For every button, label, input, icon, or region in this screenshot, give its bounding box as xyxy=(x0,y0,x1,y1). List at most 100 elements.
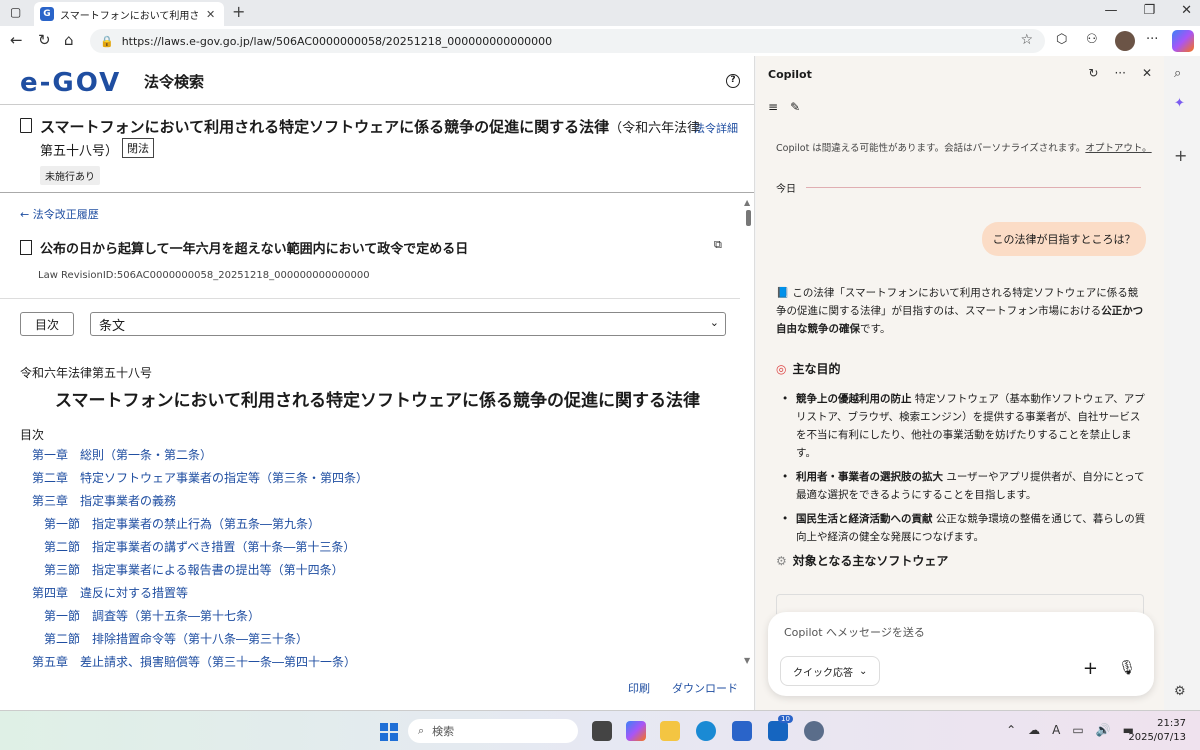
list-item-heading: 国民生活と経済活動への貢献 xyxy=(796,513,933,525)
status-badge: 未施行あり xyxy=(40,166,100,185)
site-info-icon[interactable]: 🔒 xyxy=(100,35,114,48)
section-select[interactable]: 条文 ⌄ xyxy=(90,312,726,336)
copilot-app-icon[interactable] xyxy=(626,721,646,741)
more-options-icon[interactable]: ··· xyxy=(1146,32,1158,47)
tab-title: スマートフォンにおいて利用される特定 xyxy=(60,10,200,22)
toc-item[interactable]: 第五章 差止請求、損害賠償等（第三十一条―第四十一条） xyxy=(20,651,720,674)
message-composer[interactable]: Copilot へメッセージを送る クイック応答 ⌄ + 🎙 xyxy=(768,612,1154,696)
print-link[interactable]: 印刷 xyxy=(628,680,650,696)
list-item-heading: 競争上の優越利用の防止 xyxy=(796,393,912,405)
toc-item[interactable]: 第二章 特定ソフトウェア事業者の指定等（第三条・第四条） xyxy=(20,467,720,490)
toc-item[interactable]: 第二節 排除措置命令等（第十八条―第三十条） xyxy=(20,628,720,651)
settings-icon[interactable]: ⚙ xyxy=(1174,684,1186,699)
copilot-toolbar-icon[interactable] xyxy=(1172,30,1194,52)
search-icon[interactable]: ⌕ xyxy=(1174,66,1181,81)
url-text: https://laws.e-gov.go.jp/law/506AC000000… xyxy=(121,34,553,48)
cloud-icon[interactable]: ☁ xyxy=(1028,723,1040,737)
close-icon[interactable]: ✕ xyxy=(1142,66,1152,80)
download-link[interactable]: ダウンロード xyxy=(672,680,738,696)
scrollbar[interactable]: ▲ ▼ xyxy=(742,198,754,668)
divider xyxy=(0,192,754,193)
closed-law-button[interactable]: 閉法 xyxy=(122,138,154,158)
law-title-text: スマートフォンにおいて利用される特定ソフトウェアに係る競争の促進に関する法律 xyxy=(40,118,610,136)
new-tab-icon[interactable]: + xyxy=(232,2,245,21)
outlook-icon[interactable]: 10 xyxy=(768,715,793,741)
today-label: 今日 xyxy=(776,184,796,195)
toc-item[interactable]: 第三節 指定事業者による報告書の提出等（第十四条） xyxy=(20,559,720,582)
gear-icon: ⚙ xyxy=(776,553,787,568)
toc-item[interactable]: 第四章 違反に対する措置等 xyxy=(20,582,720,605)
law-number-inline: 第五十八号） xyxy=(40,144,119,159)
browser-tab[interactable]: G スマートフォンにおいて利用される特定 ✕ xyxy=(34,2,224,26)
taskbar-search[interactable]: ⌕ 検索 xyxy=(408,719,578,743)
target-icon: ◎ xyxy=(776,361,787,376)
help-icon[interactable]: ? xyxy=(726,74,740,88)
section-heading: ◎ 主な目的 xyxy=(776,360,841,377)
answer-text-end: です。 xyxy=(860,323,891,335)
scroll-up-icon[interactable]: ▲ xyxy=(744,198,750,207)
toc-item[interactable]: 第一節 指定事業者の禁止行為（第五条―第九条） xyxy=(20,513,720,536)
toc-item[interactable]: 第一章 総則（第一条・第二条） xyxy=(20,444,720,467)
tab-actions-icon[interactable]: ▢ xyxy=(10,5,21,19)
revision-id: Law RevisionID:506AC0000000058_20251218_… xyxy=(38,270,370,281)
egov-logo[interactable]: e-GOV xyxy=(20,68,121,98)
external-link-icon[interactable]: ⧉ xyxy=(714,238,722,252)
optout-link[interactable]: オプトアウト。 xyxy=(1085,143,1151,154)
network-icon[interactable]: ▭ xyxy=(1072,723,1083,737)
revision-history-link[interactable]: ← 法令改正履歴 xyxy=(20,206,99,222)
close-tab-icon[interactable]: ✕ xyxy=(206,8,215,21)
address-bar[interactable]: 🔒 https://laws.e-gov.go.jp/law/506AC0000… xyxy=(90,29,1045,53)
volume-icon[interactable]: 🔊 xyxy=(1096,723,1111,737)
home-icon[interactable]: ⌂ xyxy=(64,31,74,49)
quick-reply-button[interactable]: クイック応答 ⌄ xyxy=(780,656,881,686)
more-icon[interactable]: ··· xyxy=(1114,66,1125,80)
ime-icon[interactable]: A xyxy=(1052,723,1060,737)
law-detail-link[interactable]: 法令詳細 xyxy=(694,120,738,136)
file-explorer-icon[interactable] xyxy=(660,721,680,741)
toc-label: 目次 xyxy=(20,428,45,442)
refresh-icon[interactable]: ↻ xyxy=(1088,66,1098,80)
tab-bar: ▢ G スマートフォンにおいて利用される特定 ✕ + — ❐ ✕ xyxy=(0,0,1200,26)
answer-intro: 📘 この法律「スマートフォンにおいて利用される特定ソフトウェアに係る競争の促進に… xyxy=(776,284,1148,338)
copilot-header-icons: ↻ ··· ✕ xyxy=(1088,66,1152,80)
toc-item[interactable]: 第一節 調査等（第十五条―第十七条） xyxy=(20,605,720,628)
scroll-down-icon[interactable]: ▼ xyxy=(744,656,750,665)
law-page: e-GOV 法令検索 ? スマートフォンにおいて利用される特定ソフトウェアに係る… xyxy=(0,56,755,710)
clock[interactable]: 21:37 2025/07/13 xyxy=(1128,717,1186,745)
microphone-icon[interactable]: 🎙 xyxy=(1118,660,1136,676)
copilot-disclaimer: Copilot は間違える可能性があります。会話はパーソナライズされます。オプト… xyxy=(776,140,1156,154)
settings-app-icon[interactable] xyxy=(804,721,824,741)
scroll-thumb[interactable] xyxy=(746,210,751,226)
window-controls: — ❐ ✕ xyxy=(1104,3,1192,18)
minimize-icon[interactable]: — xyxy=(1104,3,1117,18)
task-view-icon[interactable] xyxy=(592,721,612,741)
store-icon[interactable] xyxy=(732,721,752,741)
toc-item[interactable]: 第二節 指定事業者の講ずべき措置（第十条―第十三条） xyxy=(20,536,720,559)
add-icon[interactable]: + xyxy=(1083,658,1098,679)
taskbar: ⌕ 検索 10 ⌃ ☁ A ▭ 🔊 ▬ 21:37 2025/07/13 xyxy=(0,710,1200,750)
search-icon: ⌕ xyxy=(418,724,425,737)
edge-icon[interactable] xyxy=(696,721,716,741)
avatar[interactable] xyxy=(1115,31,1135,51)
refresh-icon[interactable]: ↻ xyxy=(38,31,51,49)
toc-item[interactable]: 第三章 指定事業者の義務 xyxy=(20,490,720,513)
restore-icon[interactable]: ❐ xyxy=(1143,3,1155,18)
law-number: 令和六年法律第五十八号 xyxy=(20,366,153,380)
toc-list: 第一章 総則（第一条・第二条） 第二章 特定ソフトウェア事業者の指定等（第三条・第… xyxy=(20,444,720,674)
egov-favicon-icon: G xyxy=(40,7,54,21)
message-input[interactable]: Copilot へメッセージを送る xyxy=(784,624,925,640)
favorite-star-icon[interactable]: ☆ xyxy=(1020,32,1033,48)
add-icon[interactable]: + xyxy=(1174,146,1187,165)
answer-text: この法律「スマートフォンにおいて利用される特定ソフトウェアに係る競争の促進に関す… xyxy=(776,287,1139,317)
close-window-icon[interactable]: ✕ xyxy=(1181,3,1192,18)
menu-icon[interactable]: ≡ xyxy=(768,100,778,114)
address-row: ← ↻ ⌂ 🔒 https://laws.e-gov.go.jp/law/506… xyxy=(0,26,1200,56)
copilot-sidebar-icon[interactable]: ✦ xyxy=(1174,96,1185,111)
toc-button[interactable]: 目次 xyxy=(20,312,74,336)
chevron-up-icon[interactable]: ⌃ xyxy=(1006,723,1016,737)
new-chat-icon[interactable]: ✎ xyxy=(790,100,800,114)
back-icon[interactable]: ← xyxy=(10,31,23,49)
extensions-icon[interactable]: ⬡ xyxy=(1056,32,1067,47)
start-button[interactable] xyxy=(380,723,398,741)
profile-sync-icon[interactable]: ⚇ xyxy=(1086,32,1098,47)
